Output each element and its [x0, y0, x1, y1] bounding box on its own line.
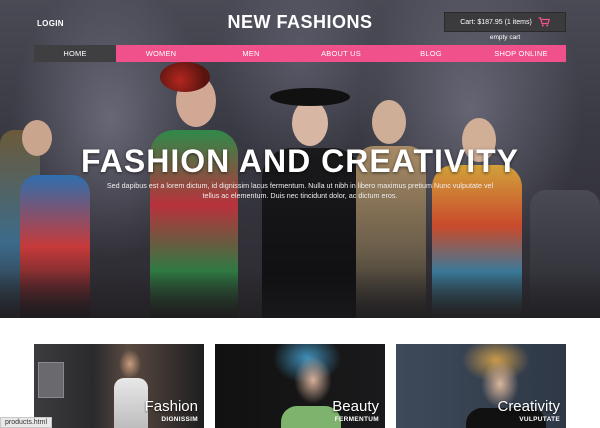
category-card-fashion[interactable]: Fashion DIGNISSIM	[34, 344, 204, 428]
category-card-creativity[interactable]: Creativity VULPUTATE	[396, 344, 566, 428]
cart-summary: Cart: $187.95 (1 items)	[460, 18, 532, 26]
category-card-beauty[interactable]: Beauty FERMENTUM	[215, 344, 385, 428]
runway-floor	[0, 270, 600, 318]
model-head-4	[292, 100, 328, 146]
category-card-subtitle: DIGNISSIM	[161, 416, 198, 423]
category-card-fashion-photo	[38, 362, 64, 398]
category-card-title: Creativity	[497, 398, 560, 415]
model-headdress-3	[160, 62, 210, 92]
category-cards: Fashion DIGNISSIM Beauty FERMENTUM Creat…	[0, 318, 600, 428]
category-card-subtitle: VULPUTATE	[519, 416, 560, 423]
hero-title: FASHION AND CREATIVITY	[80, 143, 519, 179]
nav-item-shop-online[interactable]: SHOP ONLINE	[476, 45, 566, 62]
model-head-5	[372, 100, 406, 144]
shopping-cart-icon	[538, 17, 550, 27]
category-card-title: Fashion	[144, 398, 198, 415]
hero-subtitle: Sed dapibus est a lorem dictum, id digni…	[106, 181, 494, 200]
nav-item-about-us[interactable]: ABOUT US	[296, 45, 386, 62]
category-card-title: Beauty	[332, 398, 379, 415]
category-card-fashion-figure	[114, 378, 148, 428]
nav-item-men[interactable]: MEN	[206, 45, 296, 62]
status-bar-url: products.html	[0, 417, 53, 428]
cart-button[interactable]: Cart: $187.95 (1 items)	[444, 12, 566, 32]
nav-item-home[interactable]: HOME	[34, 45, 116, 62]
main-nav: HOME WOMEN MEN ABOUT US BLOG SHOP ONLINE	[34, 45, 566, 62]
nav-item-blog[interactable]: BLOG	[386, 45, 476, 62]
category-card-subtitle: FERMENTUM	[334, 416, 379, 423]
model-hat-4	[270, 88, 350, 106]
empty-cart-link[interactable]: empty cart	[444, 34, 566, 41]
nav-item-women[interactable]: WOMEN	[116, 45, 206, 62]
